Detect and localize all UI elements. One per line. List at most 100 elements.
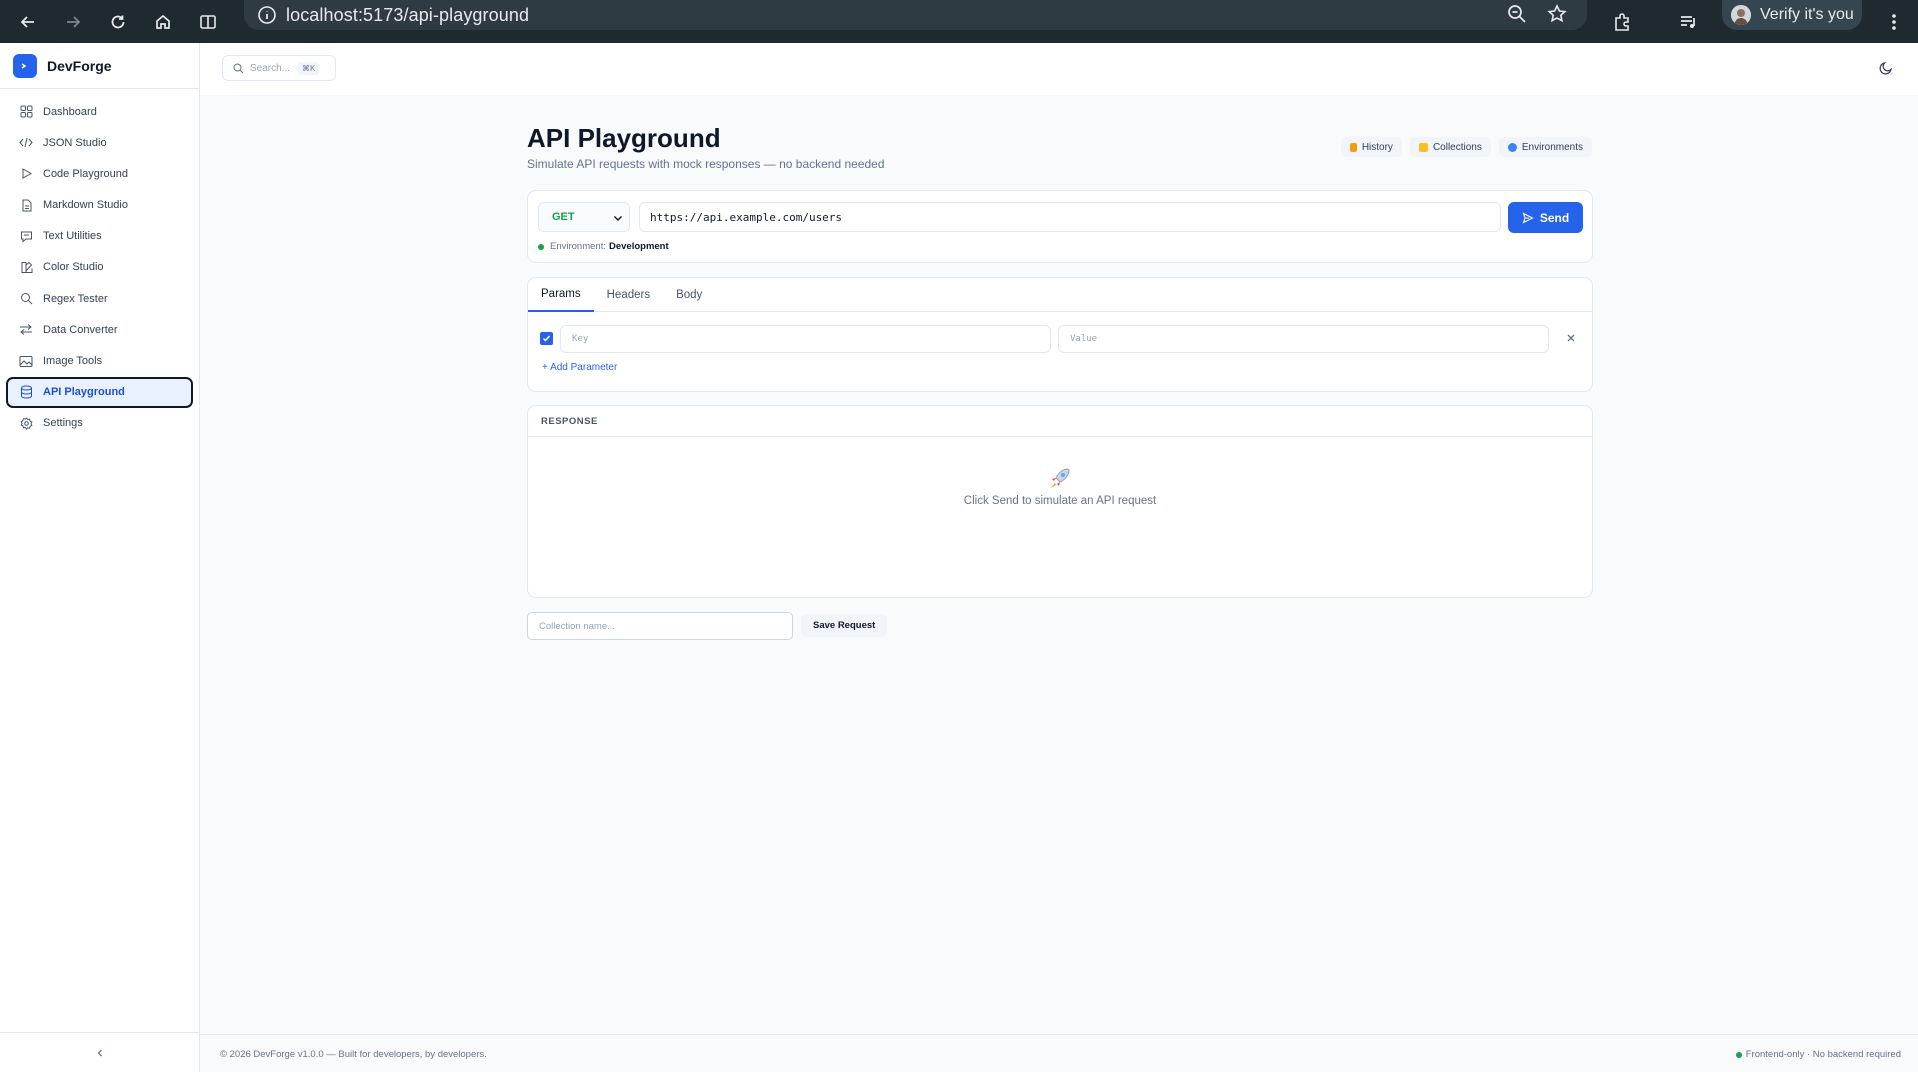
search-shortcut: ⌘K [298,61,320,75]
bookmark-star-icon[interactable] [1546,3,1568,25]
database-icon [19,385,33,399]
chevron-left-icon [95,1048,105,1058]
sidebar-item-label: API Playground [43,386,125,399]
environment-prefix: Environment: [550,241,606,252]
rocket-icon [1046,466,1074,492]
environment-status: Environment: Development [538,241,669,252]
add-parameter-button[interactable]: + Add Parameter [542,362,617,373]
url-input[interactable]: https://api.example.com/users [639,202,1501,232]
forward-icon[interactable] [61,10,85,34]
environments-button[interactable]: Environments [1498,137,1592,157]
check-icon [542,335,551,342]
page-actions: History Collections Environments [1340,137,1592,157]
profile-chip[interactable]: Verify it's you [1722,0,1862,30]
message-icon [19,229,33,243]
params-card: Params Headers Body Key Value + Add Para… [527,277,1593,392]
sidebar-item-text-utilities[interactable]: Text Utilities [6,221,193,252]
search-icon [233,63,244,74]
page-title: API Playground [527,123,721,153]
key-placeholder: Key [572,334,589,344]
tab-params[interactable]: Params [528,278,594,312]
sidebar-item-json-studio[interactable]: JSON Studio [6,127,193,158]
scroll-icon [1349,142,1357,152]
sidebar-item-regex-tester[interactable]: Regex Tester [6,283,193,314]
sidebar-item-code-playground[interactable]: Code Playground [6,158,193,189]
close-icon[interactable] [1565,332,1577,344]
status-dot [1735,1051,1742,1058]
more-menu-icon[interactable] [1882,10,1906,34]
method-select[interactable]: GET [538,202,630,232]
param-value-input[interactable]: Value [1058,325,1549,353]
split-view-icon[interactable] [196,10,220,34]
theme-toggle-button[interactable] [1878,60,1894,76]
collection-placeholder: Collection name... [539,620,616,632]
back-icon[interactable] [16,10,40,34]
sidebar-item-data-converter[interactable]: Data Converter [6,314,193,345]
sidebar-item-label: Markdown Studio [43,199,128,212]
environments-label: Environments [1521,141,1583,153]
tab-headers[interactable]: Headers [594,278,663,312]
arrows-icon [19,323,33,337]
moon-icon [1878,60,1894,76]
profile-label: Verify it's you [1760,6,1854,23]
history-button[interactable]: History [1340,137,1402,157]
tab-body[interactable]: Body [663,278,715,312]
sidebar-item-label: Code Playground [43,167,129,180]
sidebar-item-label: Dashboard [43,105,97,118]
play-icon [19,167,33,181]
browser-toolbar: localhost:5173/api-playground Verify it'… [0,0,1918,43]
sidebar-item-color-studio[interactable]: Color Studio [6,252,193,283]
zoom-icon[interactable] [1506,3,1528,25]
sidebar-item-label: Text Utilities [43,230,102,243]
send-icon [1522,211,1534,224]
file-icon [19,198,33,212]
param-enabled-checkbox[interactable] [540,332,553,345]
reload-icon[interactable] [106,10,130,34]
param-key-input[interactable]: Key [560,325,1051,353]
palette-icon [19,260,33,274]
send-button[interactable]: Send [1508,202,1583,233]
param-row: Key Value [540,325,1585,353]
chevron-down-icon [612,212,624,224]
site-info-icon[interactable] [256,4,278,26]
avatar [1731,5,1751,25]
sidebar-item-api-playground[interactable]: API Playground [6,376,193,408]
home-icon[interactable] [151,10,175,34]
brand-name: DevForge [47,57,112,74]
search-placeholder: Search... [250,62,291,74]
grid-icon [19,105,33,119]
sidebar-item-dashboard[interactable]: Dashboard [6,96,193,127]
collapse-sidebar-button[interactable] [0,1032,199,1072]
sidebar-item-label: Data Converter [43,323,118,336]
media-controls-icon[interactable] [1676,10,1700,34]
response-empty-message: Click Send to simulate an API request [963,495,1157,507]
sidebar-item-image-tools[interactable]: Image Tools [6,346,193,377]
footer-status-text: Frontend-only · No backend required [1745,1049,1901,1060]
collection-name-input[interactable]: Collection name... [527,612,793,640]
sidebar-item-settings[interactable]: Settings [6,408,193,439]
footer: © 2026 DevForge v1.0.0 — Built for devel… [200,1034,1918,1072]
collections-button[interactable]: Collections [1409,137,1491,157]
search-input[interactable]: Search... ⌘K [222,55,336,81]
sidebar-item-label: Settings [43,417,83,430]
method-value: GET [552,211,575,223]
code-icon [19,136,33,150]
image-icon [19,354,33,368]
sidebar-nav: Dashboard JSON Studio Code Playground Ma… [0,89,199,446]
address-url: localhost:5173/api-playground [286,4,530,25]
brand[interactable]: DevForge [0,43,199,89]
save-request-button[interactable]: Save Request [801,614,888,637]
extensions-icon[interactable] [1610,10,1634,34]
url-value: https://api.example.com/users [650,210,843,224]
environment-name: Development [608,241,669,252]
sidebar-item-markdown-studio[interactable]: Markdown Studio [6,190,193,221]
address-bar[interactable]: localhost:5173/api-playground [244,0,1587,30]
response-header: RESPONSE [528,406,1592,437]
page-subtitle: Simulate API requests with mock response… [527,157,885,171]
sidebar-item-label: Color Studio [43,261,104,274]
brand-logo-icon [13,53,37,78]
sidebar-item-label: Regex Tester [43,292,108,305]
footer-copyright: © 2026 DevForge v1.0.0 — Built for devel… [220,1049,487,1060]
sidebar: DevForge Dashboard JSON Studio Code Play… [0,43,200,1072]
footer-status: Frontend-only · No backend required [1735,1049,1901,1060]
